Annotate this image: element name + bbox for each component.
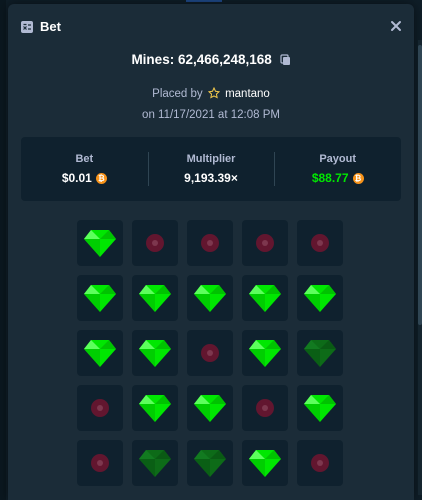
background-accent bbox=[186, 0, 222, 2]
tile-mine bbox=[297, 440, 343, 486]
tile-gem bbox=[242, 330, 288, 376]
tile-mine bbox=[132, 220, 178, 266]
tile-gem bbox=[242, 275, 288, 321]
close-icon[interactable] bbox=[388, 18, 404, 34]
gem-icon bbox=[84, 230, 116, 257]
placed-by-label: Placed by bbox=[152, 88, 203, 100]
mines-grid bbox=[77, 220, 343, 486]
bet-amount: $0.01 bbox=[61, 171, 92, 185]
stat-multiplier-value: 9,193.39× bbox=[184, 171, 238, 185]
tile-gem bbox=[132, 275, 178, 321]
modal-title: Bet bbox=[40, 19, 61, 34]
copy-icon[interactable] bbox=[279, 54, 291, 66]
tile-gem bbox=[132, 330, 178, 376]
mine-icon bbox=[91, 454, 109, 472]
mine-icon bbox=[256, 234, 274, 252]
gem-icon bbox=[249, 450, 281, 477]
gem-icon bbox=[139, 450, 171, 477]
tile-mine bbox=[187, 330, 233, 376]
mines-id-text: Mines: 62,466,248,168 bbox=[131, 52, 272, 67]
stat-multiplier: Multiplier 9,193.39× bbox=[147, 137, 275, 201]
stat-multiplier-label: Multiplier bbox=[186, 153, 236, 165]
mine-icon bbox=[91, 399, 109, 417]
close-button[interactable] bbox=[388, 18, 404, 34]
gem-icon bbox=[84, 285, 116, 312]
stat-bet: Bet $0.01 ₿ bbox=[21, 137, 148, 201]
tile-gem bbox=[77, 275, 123, 321]
scrollbar-thumb[interactable] bbox=[418, 45, 422, 325]
payout-amount: $88.77 bbox=[311, 171, 349, 185]
mine-icon bbox=[201, 234, 219, 252]
tile-mine bbox=[297, 220, 343, 266]
mine-icon bbox=[311, 454, 329, 472]
gem-icon bbox=[84, 340, 116, 367]
gem-icon bbox=[139, 395, 171, 422]
multiplier-amount: 9,193.39× bbox=[184, 171, 238, 185]
gem-icon bbox=[139, 340, 171, 367]
btc-coin-icon: ₿ bbox=[352, 172, 364, 184]
tile-mine bbox=[77, 440, 123, 486]
stat-payout-value: $88.77 ₿ bbox=[312, 171, 364, 185]
tile-mine bbox=[77, 385, 123, 431]
gem-icon bbox=[304, 395, 336, 422]
gem-icon bbox=[304, 285, 336, 312]
tile-mine bbox=[187, 220, 233, 266]
gem-icon bbox=[194, 395, 226, 422]
tile-mine bbox=[242, 385, 288, 431]
mine-icon bbox=[311, 234, 329, 252]
star-icon bbox=[207, 86, 220, 99]
tile-gem-unrevealed bbox=[132, 440, 178, 486]
bet-date: on 11/17/2021 at 12:08 PM bbox=[142, 109, 280, 121]
bet-stats-panel: Bet $0.01 ₿ Multiplier 9,193.39× Payout … bbox=[21, 137, 401, 201]
username-link[interactable]: mantano bbox=[225, 88, 270, 100]
tile-gem-unrevealed bbox=[187, 440, 233, 486]
mine-icon bbox=[256, 399, 274, 417]
btc-coin-icon: ₿ bbox=[95, 172, 107, 184]
gem-icon bbox=[194, 450, 226, 477]
tile-gem bbox=[77, 330, 123, 376]
gem-icon bbox=[249, 340, 281, 367]
tile-gem bbox=[297, 275, 343, 321]
placed-by: Placed by mantano bbox=[8, 86, 414, 100]
mine-icon bbox=[201, 344, 219, 362]
mine-icon bbox=[146, 234, 164, 252]
stat-payout: Payout $88.77 ₿ bbox=[274, 137, 401, 201]
gem-icon bbox=[139, 285, 171, 312]
stat-bet-label: Bet bbox=[75, 153, 94, 165]
tile-gem bbox=[187, 385, 233, 431]
tile-gem bbox=[187, 275, 233, 321]
background-page bbox=[0, 0, 6, 500]
mines-id-line: Mines: 62,466,248,168 bbox=[8, 52, 414, 67]
tile-gem bbox=[77, 220, 123, 266]
gem-icon bbox=[304, 340, 336, 367]
tile-gem bbox=[242, 440, 288, 486]
tile-gem bbox=[132, 385, 178, 431]
bet-slip-icon bbox=[20, 20, 34, 34]
tile-mine bbox=[242, 220, 288, 266]
stat-payout-label: Payout bbox=[319, 153, 357, 165]
bet-modal: Bet Mines: 62,466,248,168 Placed by mant… bbox=[8, 4, 414, 500]
modal-header: Bet bbox=[20, 19, 61, 34]
tile-gem-unrevealed bbox=[297, 330, 343, 376]
gem-icon bbox=[249, 285, 281, 312]
gem-icon bbox=[194, 285, 226, 312]
tile-gem bbox=[297, 385, 343, 431]
stat-bet-value: $0.01 ₿ bbox=[62, 171, 107, 185]
